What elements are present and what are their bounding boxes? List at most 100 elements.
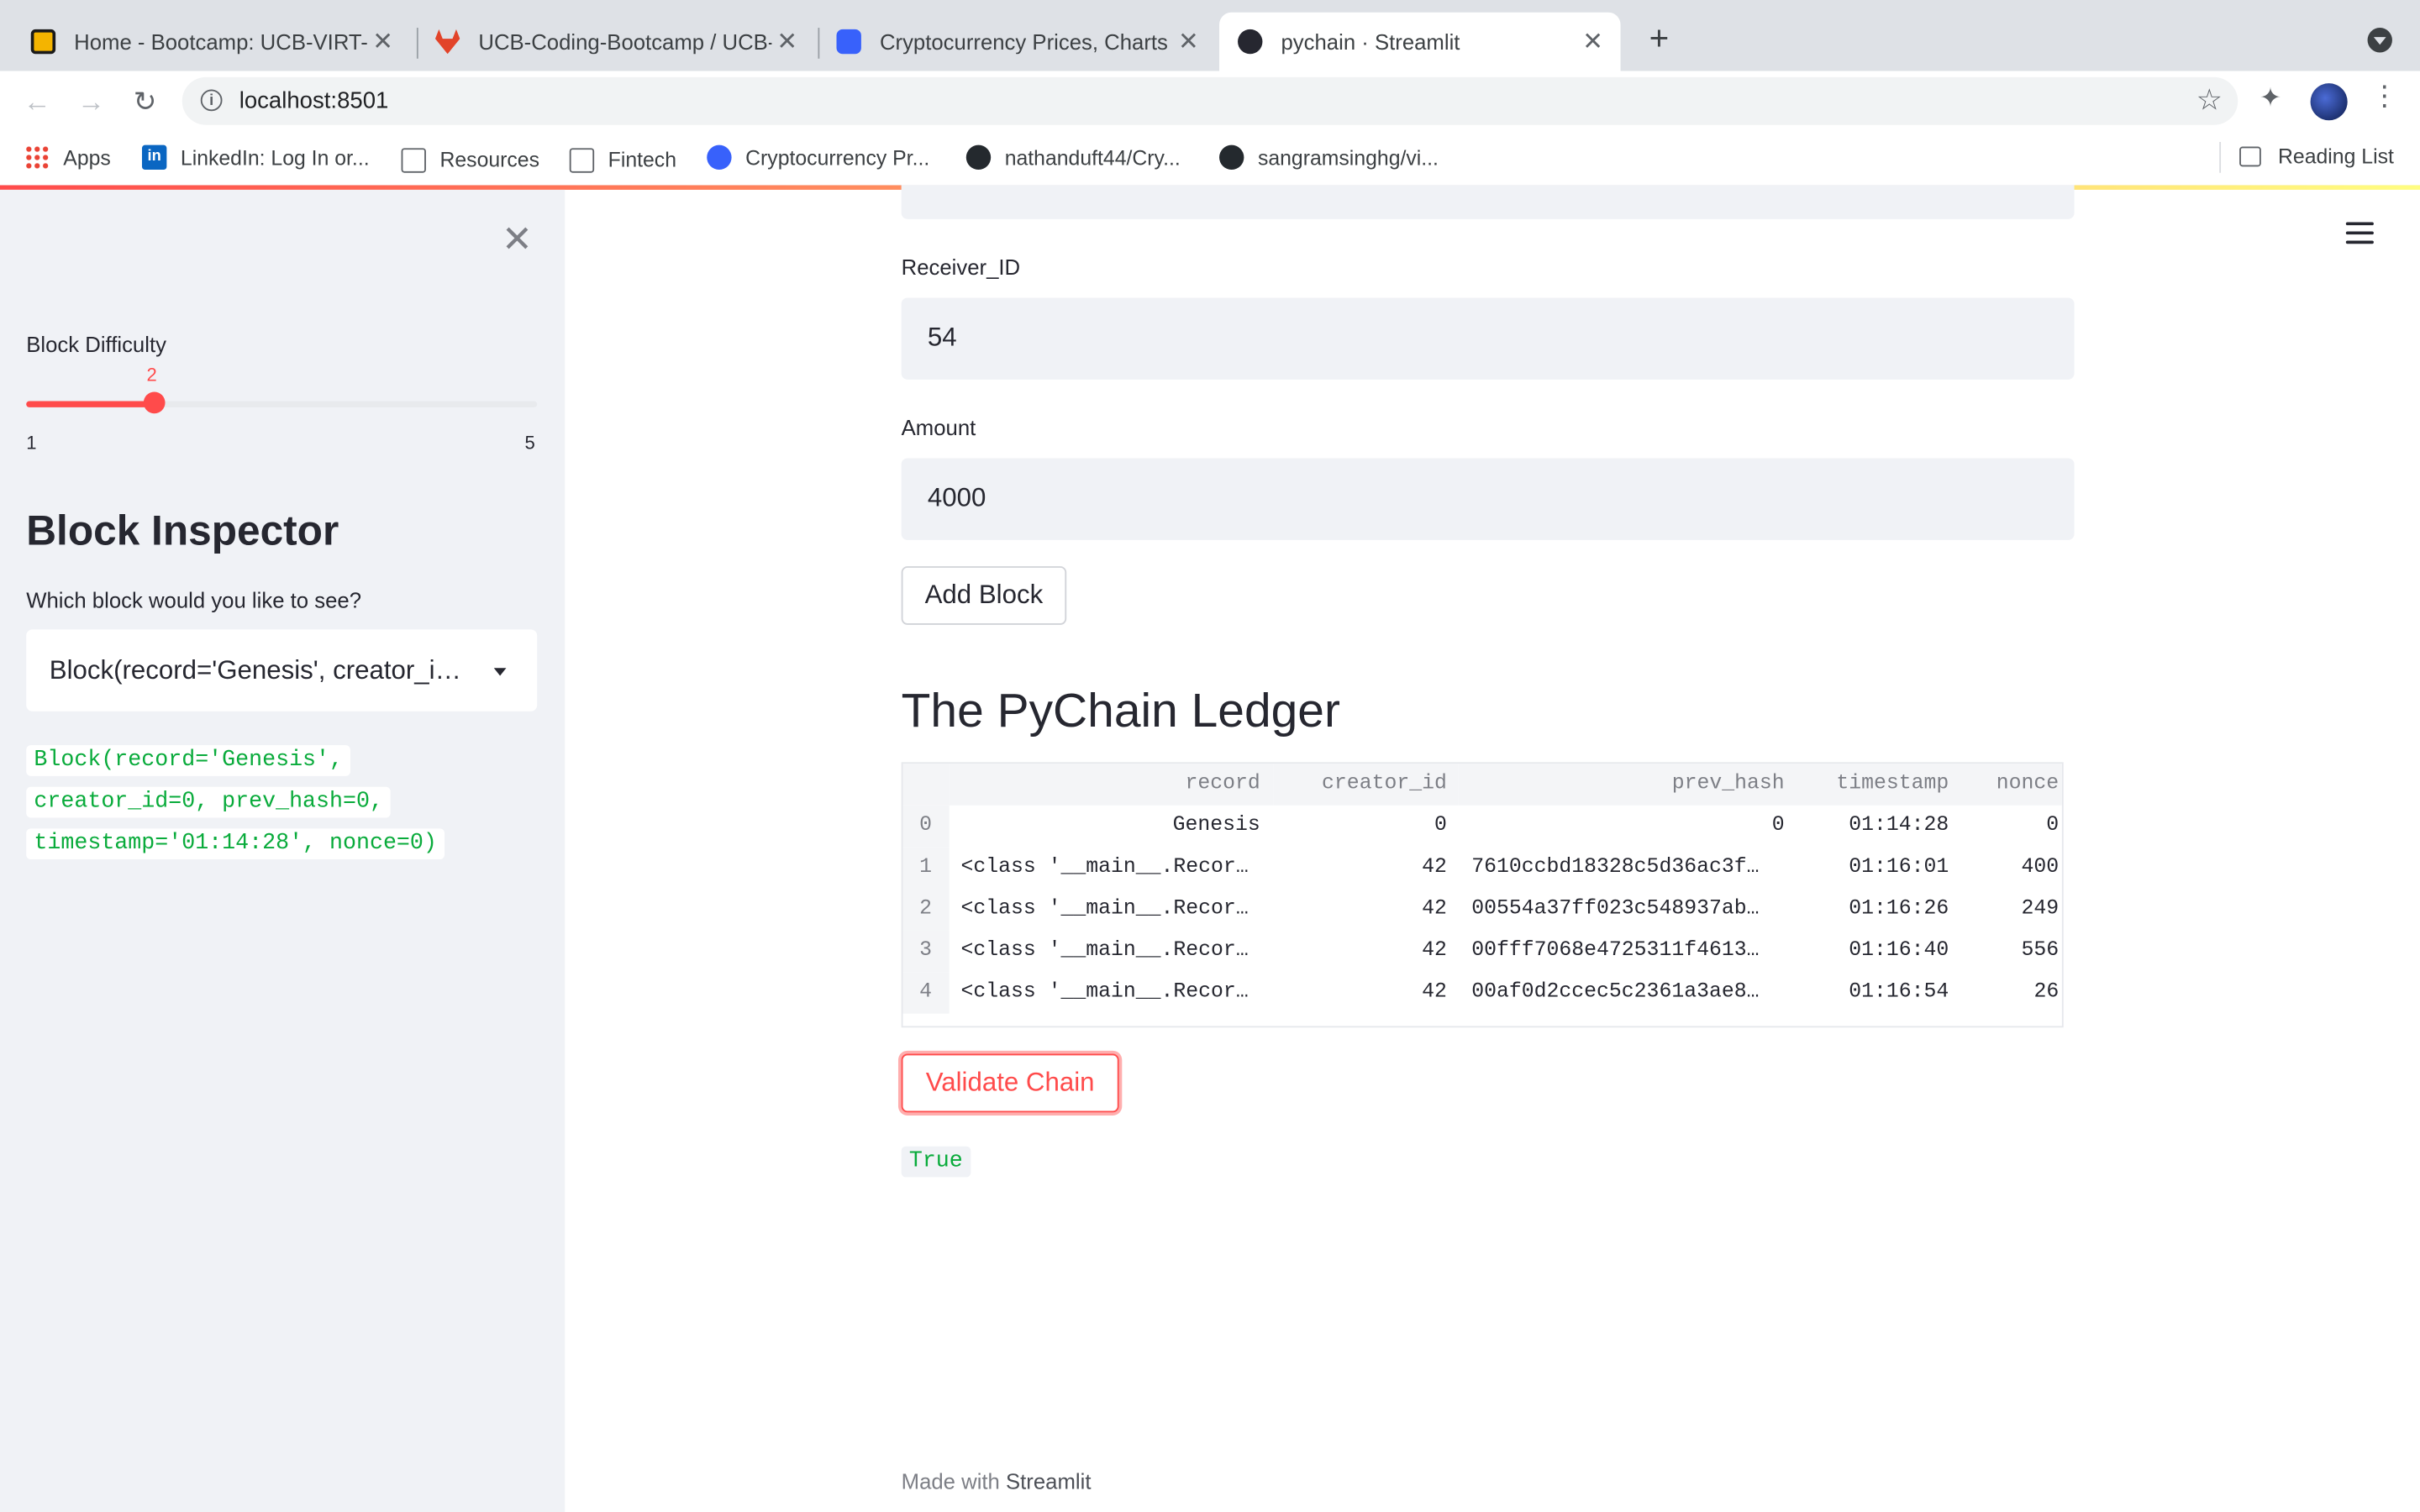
cell-creator-id: 0	[1434, 814, 1447, 838]
block-inspector-heading: Block Inspector	[26, 507, 339, 554]
close-tab-icon[interactable]: ✕	[771, 26, 802, 57]
cell-prev-hash: 00fff7068e4725311f4613…	[1471, 939, 1760, 963]
close-sidebar-icon[interactable]: ✕	[502, 218, 533, 262]
slider-min: 1	[26, 432, 37, 454]
coinmarketcap-favicon-icon	[836, 29, 861, 55]
tab-bootcamp[interactable]: Home - Bootcamp: UCB-VIRT- ✕	[13, 13, 411, 71]
new-tab-plus-icon[interactable]: +	[1639, 18, 1680, 59]
github-icon	[1219, 144, 1244, 171]
amount-label: Amount	[901, 415, 976, 440]
validation-result: True	[901, 1146, 971, 1178]
cell-record: Genesis	[1172, 814, 1260, 838]
bookmark-nathanduft44[interactable]: nathanduft44/Cry...	[965, 144, 1181, 171]
bookmark-sangramsinghg[interactable]: sangramsinghg/vi...	[1219, 144, 1439, 171]
address-url[interactable]: localhost:8501	[239, 88, 389, 114]
cell-record: <class '__main__.Recor…	[960, 981, 1249, 1005]
hamburger-menu-icon[interactable]	[2345, 222, 2374, 244]
tab-pychain[interactable]: pychain · Streamlit ✕	[1219, 12, 1621, 71]
address-bar[interactable]: i localhost:8501 ☆	[182, 76, 2238, 125]
bookmark-apps[interactable]: Apps	[24, 144, 111, 171]
validate-chain-button[interactable]: Validate Chain	[901, 1053, 1119, 1113]
row-index: 1	[902, 847, 949, 889]
block-select-value: Block(record='Genesis', creator_id=0, pr…	[49, 655, 474, 685]
column-header-record[interactable]: record	[948, 764, 1273, 806]
streamlit-favicon-icon	[1238, 29, 1263, 55]
chevron-down-icon	[493, 668, 507, 676]
cell-creator-id: 42	[1422, 897, 1447, 921]
bookmark-fintech[interactable]: Fintech	[569, 145, 676, 173]
slider-max: 5	[524, 432, 535, 454]
extensions-puzzle-icon[interactable]: ✦	[2260, 83, 2281, 114]
row-index: 3	[902, 930, 949, 973]
bookmark-cryptocurrency[interactable]: Cryptocurrency Pr...	[707, 144, 929, 171]
main-content: Receiver_ID 54 Amount 4000 Add Block The…	[565, 185, 2420, 1512]
slider-label: Block Difficulty	[26, 331, 166, 357]
code-line: creator_id=0, prev_hash=0,	[26, 786, 392, 818]
bookmark-linkedin[interactable]: in LinkedIn: Log In or...	[141, 144, 370, 171]
amount-input[interactable]: 4000	[901, 458, 2075, 540]
close-tab-icon[interactable]: ✕	[367, 26, 398, 57]
block-code-output: Block(record='Genesis', creator_id=0, pre…	[26, 741, 489, 866]
bookmark-resources[interactable]: Resources	[401, 145, 539, 173]
linkedin-icon: in	[141, 144, 167, 171]
cell-record: <class '__main__.Recor…	[960, 856, 1249, 879]
cell-timestamp: 01:16:26	[1849, 897, 1949, 921]
reading-list-button[interactable]: Reading List	[2239, 145, 2394, 168]
add-block-button[interactable]: Add Block	[901, 566, 1067, 625]
back-arrow-icon[interactable]: ←	[15, 81, 58, 123]
cell-creator-id: 42	[1422, 981, 1447, 1005]
browser-menu-kebab-icon[interactable]: ⋮	[2370, 81, 2398, 113]
row-index: 4	[902, 972, 949, 1014]
tab-search-chevron-icon[interactable]	[2367, 28, 2392, 53]
receiver-id-input[interactable]: 54	[901, 297, 2075, 380]
column-header-creator-id[interactable]: creator_id	[1272, 764, 1460, 806]
profile-avatar[interactable]	[2310, 83, 2348, 121]
cell-nonce: 26	[2033, 981, 2060, 1005]
cell-timestamp: 01:16:01	[1849, 856, 1949, 879]
tab-title: pychain · Streamlit	[1281, 29, 1460, 55]
bookmarks-separator	[2219, 141, 2222, 173]
block-select-label: Which block would you like to see?	[26, 587, 361, 613]
cell-nonce: 556	[2021, 939, 2060, 963]
streamlit-link[interactable]: Streamlit	[1006, 1469, 1091, 1494]
coinmarketcap-icon	[707, 144, 732, 171]
sender-input-partial[interactable]	[901, 185, 2075, 219]
tab-title: Cryptocurrency Prices, Charts	[879, 29, 1168, 55]
cell-nonce: 400	[2021, 856, 2060, 879]
table-row: 3 <class '__main__.Recor… 42 00fff7068e4…	[902, 930, 2061, 973]
code-line: Block(record='Genesis',	[26, 745, 351, 776]
cell-prev-hash: 00af0d2ccec5c2361a3ae8…	[1471, 981, 1760, 1005]
tab-coinmarketcap[interactable]: Cryptocurrency Prices, Charts ✕	[818, 13, 1216, 71]
cell-record: <class '__main__.Recor…	[960, 939, 1249, 963]
block-select[interactable]: Block(record='Genesis', creator_id=0, pr…	[26, 629, 538, 711]
cell-nonce: 0	[2046, 814, 2060, 838]
site-info-icon[interactable]: i	[200, 89, 223, 112]
slider-fill	[26, 401, 155, 407]
forward-arrow-icon[interactable]: →	[70, 81, 113, 123]
cell-timestamp: 01:16:54	[1849, 981, 1949, 1005]
folder-icon	[401, 148, 426, 173]
cell-timestamp: 01:14:28	[1849, 814, 1949, 838]
block-difficulty-slider[interactable]	[26, 391, 538, 414]
cell-creator-id: 42	[1422, 939, 1447, 963]
column-header-prev-hash[interactable]: prev_hash	[1459, 764, 1797, 806]
reload-icon[interactable]: ↻	[124, 81, 166, 123]
close-tab-icon[interactable]: ✕	[1173, 26, 1204, 57]
ledger-table[interactable]: record creator_id prev_hash timestamp no…	[901, 762, 2064, 1028]
slider-thumb[interactable]	[143, 391, 166, 414]
apps-grid-icon	[24, 144, 50, 171]
column-header-nonce[interactable]: nonce	[1961, 764, 2062, 806]
row-index: 0	[902, 805, 949, 848]
tab-gitlab[interactable]: UCB-Coding-Bootcamp / UCB- ✕	[417, 13, 815, 71]
column-header-timestamp[interactable]: timestamp	[1797, 764, 1962, 806]
table-row: 2 <class '__main__.Recor… 42 00554a37ff0…	[902, 888, 2061, 931]
sidebar: ✕ Block Difficulty 2 1 5 Block Inspector…	[0, 189, 566, 1512]
footer: Made with Streamlit	[901, 1468, 1092, 1494]
close-tab-icon[interactable]: ✕	[1577, 26, 1608, 57]
bootcamp-favicon-icon	[30, 29, 56, 55]
bookmark-star-icon[interactable]: ☆	[2196, 83, 2223, 118]
cell-prev-hash: 7610ccbd18328c5d36ac3f…	[1471, 856, 1760, 879]
cell-nonce: 249	[2021, 897, 2060, 921]
table-row: 4 <class '__main__.Recor… 42 00af0d2ccec…	[902, 972, 2061, 1014]
reading-list-icon	[2239, 146, 2261, 167]
